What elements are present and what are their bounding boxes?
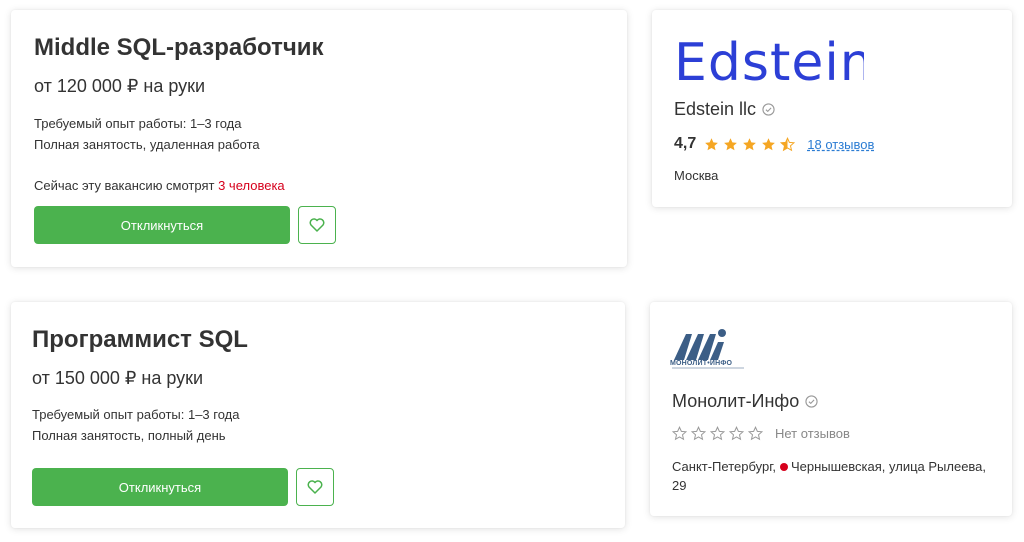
- reviews-link[interactable]: 18 отзывов: [807, 137, 874, 152]
- company-name-row: Монолит-Инфо: [672, 391, 818, 412]
- star-empty-icon: [748, 426, 763, 441]
- verified-check-icon: [762, 103, 775, 116]
- monolit-logo: [672, 329, 744, 369]
- vacancy-employment: Полная занятость, полный день: [32, 428, 226, 443]
- vacancy-salary: от 150 000 ₽ на руки: [32, 368, 204, 388]
- star-empty-icon: [672, 426, 687, 441]
- rating-value: 4,7: [674, 135, 697, 152]
- vacancy-experience: Требуемый опыт работы: 1–3 года: [34, 116, 242, 131]
- rating-stars: [672, 426, 763, 441]
- star-full-icon: [743, 137, 757, 150]
- address-house: 29: [672, 478, 687, 493]
- vacancy-card: Middle SQL-разработчик от 120 000 ₽ на р…: [11, 10, 627, 267]
- svg-text:Edstein: Edstein: [674, 33, 864, 90]
- star-empty-icon: [691, 426, 706, 441]
- company-city: Москва: [674, 168, 719, 183]
- apply-button[interactable]: Откликнуться: [32, 468, 288, 506]
- star-half-icon: [780, 136, 796, 151]
- company-name[interactable]: Монолит-Инфо: [672, 391, 799, 412]
- vacancy-employment: Полная занятость, удаленная работа: [34, 137, 260, 152]
- vacancy-title[interactable]: Middle SQL-разработчик: [34, 34, 324, 62]
- verified-check-icon: [805, 395, 818, 408]
- star-empty-icon: [729, 426, 744, 441]
- rating-stars: [704, 136, 796, 152]
- rating-row: Нет отзывов: [672, 426, 850, 441]
- apply-button[interactable]: Откликнуться: [34, 206, 290, 244]
- company-name-row: Edstein llc: [674, 99, 775, 120]
- star-full-icon: [705, 137, 719, 150]
- address-city: Санкт-Петербург,: [672, 459, 776, 474]
- no-reviews-text: Нет отзывов: [775, 426, 850, 441]
- company-logo[interactable]: МОНОЛИТ•ИНФО: [670, 324, 746, 376]
- watching-text: Сейчас эту вакансию смотрят: [34, 178, 219, 193]
- vacancy-card: Программист SQL от 150 000 ₽ на руки Тре…: [11, 302, 625, 528]
- company-card: Edstein Edstein llc 4,7 18 отзывов Москв…: [652, 10, 1012, 207]
- vacancy-watching: Сейчас эту вакансию смотрят 3 человека: [34, 175, 285, 196]
- company-logo[interactable]: Edstein: [674, 32, 873, 95]
- address-metro: Чернышевская, улица Рылеева,: [790, 459, 987, 474]
- rating-row: 4,7 18 отзывов: [674, 135, 874, 153]
- heart-icon: [309, 218, 325, 232]
- edstein-logo: Edstein: [674, 33, 873, 93]
- logo-caption: МОНОЛИТ•ИНФО: [670, 360, 733, 367]
- star-empty-icon: [710, 426, 725, 441]
- company-address: Санкт-Петербург, Чернышевская, улица Рыле…: [672, 457, 992, 495]
- vacancy-experience: Требуемый опыт работы: 1–3 года: [32, 407, 240, 422]
- company-name[interactable]: Edstein llc: [674, 99, 756, 120]
- favorite-button[interactable]: [296, 468, 334, 506]
- vacancy-title[interactable]: Программист SQL: [32, 326, 248, 354]
- watching-count: 3 человека: [218, 178, 285, 193]
- star-full-icon: [724, 137, 738, 150]
- metro-dot-icon: [779, 463, 788, 471]
- star-full-icon: [762, 137, 776, 150]
- favorite-button[interactable]: [298, 206, 336, 244]
- company-card: МОНОЛИТ•ИНФО Монолит-Инфо Нет отзывов Са…: [650, 302, 1012, 516]
- heart-icon: [307, 480, 323, 494]
- vacancy-salary: от 120 000 ₽ на руки: [34, 76, 206, 96]
